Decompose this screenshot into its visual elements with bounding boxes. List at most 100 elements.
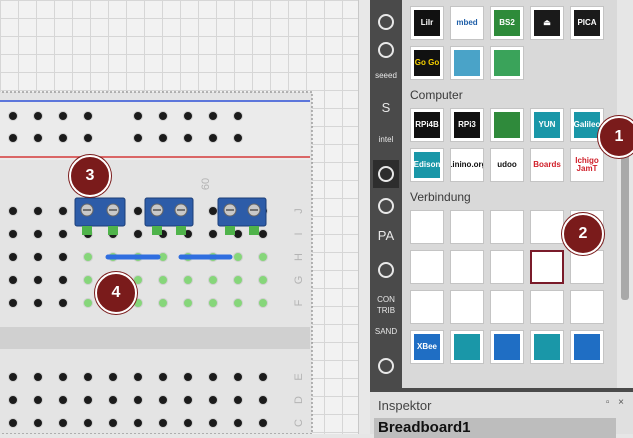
arduino-shield[interactable] xyxy=(450,330,484,364)
ichigo-jam-label: Ichigo JamT xyxy=(574,152,600,178)
arduino-shield-label xyxy=(454,334,480,360)
proto-shield-label xyxy=(574,334,600,360)
snootlab-icon[interactable]: S xyxy=(373,96,399,130)
intel-edison-label: Edison xyxy=(414,152,440,178)
breadboard-hole xyxy=(233,275,243,285)
breadboard-hole xyxy=(83,298,93,308)
lilypad-board[interactable]: LiIr xyxy=(410,6,444,40)
breadboard-label: J xyxy=(293,208,305,214)
sd-card-slot[interactable] xyxy=(570,290,604,324)
usb-connector-label xyxy=(454,294,480,320)
breadboard-hole xyxy=(208,418,218,428)
terminal-pin xyxy=(82,226,92,235)
gogo-board[interactable]: Go Go xyxy=(410,46,444,80)
parts-bin-scrollbar[interactable] xyxy=(617,0,633,388)
breadboard-hole xyxy=(208,229,218,239)
flame-icon[interactable] xyxy=(373,36,399,64)
terminal-pin xyxy=(176,226,186,235)
recycle-icon[interactable] xyxy=(373,352,399,380)
jst-connector[interactable] xyxy=(490,210,524,244)
breadboard-hole xyxy=(258,395,268,405)
screw-terminal[interactable] xyxy=(530,250,564,284)
udoo[interactable]: udoo xyxy=(490,148,524,182)
callout-marker: 4 xyxy=(95,272,137,314)
callout-marker: 2 xyxy=(562,213,604,255)
linino-org[interactable]: Linino.org xyxy=(450,148,484,182)
circuit-icon[interactable] xyxy=(373,192,399,220)
rj45-jack[interactable] xyxy=(530,290,564,324)
breadboard-hole xyxy=(133,418,143,428)
green-header[interactable] xyxy=(570,250,604,284)
pa-icon[interactable]: PA xyxy=(373,224,399,258)
rj45-jack-label xyxy=(534,294,560,320)
contrib-icon[interactable]: CON TRIB xyxy=(373,288,399,322)
intel-edison[interactable]: Edison xyxy=(410,148,444,182)
arduino-yun[interactable]: YUN xyxy=(530,108,564,142)
molex-multi-label xyxy=(494,254,520,280)
connector-black-square[interactable] xyxy=(410,210,444,244)
lilypad-icon[interactable]: SAND xyxy=(373,320,399,354)
ps2-connector[interactable] xyxy=(490,290,524,324)
screw-connector-grey[interactable] xyxy=(410,250,444,284)
breadboard-hole xyxy=(183,395,193,405)
breadboard-hole xyxy=(83,418,93,428)
breadboard-label: I xyxy=(293,232,305,236)
seeed-icon[interactable]: seeed xyxy=(373,64,399,98)
breadboard-hole xyxy=(83,133,93,143)
pica-chip[interactable]: PICA xyxy=(570,6,604,40)
xbee-adapter[interactable] xyxy=(490,330,524,364)
breadboard-hole xyxy=(8,206,18,216)
breadboard-hole xyxy=(258,298,268,308)
raspberry-pi-3[interactable]: RPi3 xyxy=(450,108,484,142)
breadboard-hole xyxy=(133,395,143,405)
horse-icon[interactable] xyxy=(373,256,399,284)
breadboard-canvas[interactable]: 60 J I H G F E D C xyxy=(0,0,358,434)
breadboard-hole xyxy=(8,133,18,143)
green-small-board[interactable] xyxy=(490,46,524,80)
molex-white[interactable] xyxy=(450,250,484,284)
inspector-window-controls[interactable]: ▫ × xyxy=(606,397,627,408)
breadboard-hole xyxy=(233,252,243,262)
scrollbar-thumb[interactable] xyxy=(621,150,629,300)
breadboard-hole xyxy=(83,372,93,382)
power-rail-area xyxy=(0,100,310,160)
breadboard-hole xyxy=(58,206,68,216)
propeller-chip[interactable]: ⏏ xyxy=(530,6,564,40)
xbee-module-label: XBee xyxy=(414,334,440,360)
breadboard-hole xyxy=(233,372,243,382)
breadboard-hole xyxy=(108,395,118,405)
raspberry-pi-zero[interactable] xyxy=(490,108,524,142)
boards-org[interactable]: Boards xyxy=(530,148,564,182)
raspberry-pi-4b[interactable]: RPi4B xyxy=(410,108,444,142)
propeller-chip-label: ⏏ xyxy=(534,10,560,36)
parts-bin: seeed Sintel PA CON TRIB SAND LiIr mbed BS2 ⏏ PI… xyxy=(370,0,633,388)
raspberry-pi-4b-label: RPi4B xyxy=(414,112,440,138)
breadboard-hole xyxy=(183,418,193,428)
proto-shield[interactable] xyxy=(570,330,604,364)
breadboard-hole xyxy=(58,229,68,239)
breadboard-hole xyxy=(83,111,93,121)
breadboard-hole xyxy=(8,275,18,285)
power-jack[interactable] xyxy=(530,210,564,244)
arduino-icon[interactable] xyxy=(373,8,399,36)
breadboard-hole xyxy=(8,229,18,239)
bs2-board[interactable]: BS2 xyxy=(490,6,524,40)
breadboard-hole xyxy=(208,395,218,405)
molex-multi[interactable] xyxy=(490,250,524,284)
mbed-board[interactable]: mbed xyxy=(450,6,484,40)
pin-header[interactable] xyxy=(450,210,484,244)
breadboard-hole xyxy=(208,298,218,308)
ps2-connector-label xyxy=(494,294,520,320)
ichigo-jam[interactable]: Ichigo JamT xyxy=(570,148,604,182)
intel-icon[interactable]: intel xyxy=(373,128,399,162)
category-title: Verbindung xyxy=(410,190,471,204)
usb-connector[interactable] xyxy=(450,290,484,324)
green-header-label xyxy=(574,254,600,280)
play-icon[interactable] xyxy=(373,160,399,188)
xbee-module[interactable]: XBee xyxy=(410,330,444,364)
arduino-mega-shield[interactable] xyxy=(530,330,564,364)
blue-strip-board[interactable] xyxy=(450,46,484,80)
breadboard-hole xyxy=(183,111,193,121)
breadboard-hole xyxy=(33,206,43,216)
db9-connector[interactable] xyxy=(410,290,444,324)
